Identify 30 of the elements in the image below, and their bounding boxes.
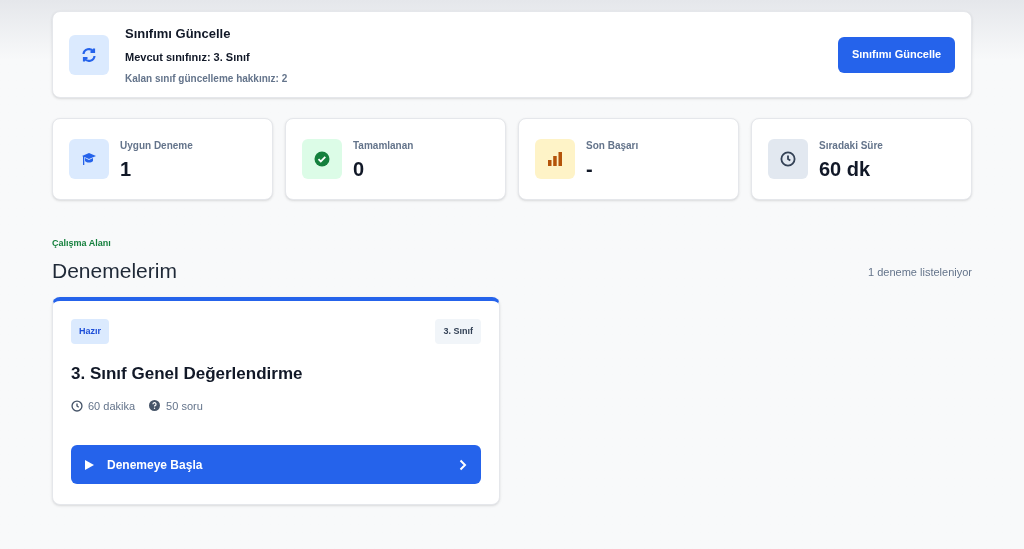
check-circle-icon [314, 151, 330, 167]
grade-badge: 3. Sınıf [435, 318, 481, 344]
stat-value: 0 [353, 156, 366, 181]
clock-icon [780, 151, 796, 167]
stat-label: Son Başarı [586, 138, 639, 153]
stat-label: Sıradaki Süre [819, 138, 883, 153]
section-eyebrow: Çalışma Alanı [52, 237, 112, 250]
refresh-icon [81, 46, 97, 63]
exam-duration: 60 dakika [88, 398, 136, 414]
exam-title: 3. Sınıf Genel Değerlendirme [71, 363, 304, 385]
card-title: Sınıfımı Güncelle [125, 24, 232, 43]
help-icon [149, 400, 161, 412]
start-exam-button[interactable]: Denemeye Başla [71, 445, 481, 484]
chevron-right-icon [459, 458, 467, 471]
stat-value: 60 dk [819, 156, 872, 181]
update-grade-button[interactable]: Sınıfımı Güncelle [838, 36, 955, 73]
status-badge: Hazır [71, 318, 109, 344]
stat-label: Tamamlanan [353, 138, 414, 153]
graduation-cap-icon [81, 151, 97, 167]
exam-count: 1 deneme listeleniyor [868, 265, 972, 280]
bar-chart-icon [547, 151, 563, 167]
clock-icon [71, 399, 83, 412]
stat-value: - [586, 156, 594, 181]
question-count: 50 soru [166, 398, 203, 414]
stat-label: Uygun Deneme [120, 138, 193, 153]
current-grade: Mevcut sınıfınız: 3. Sınıf [125, 50, 251, 65]
stat-value: 1 [120, 156, 133, 181]
play-icon [85, 459, 94, 470]
section-title: Denemelerim [52, 257, 177, 284]
remaining-updates: Kalan sınıf güncelleme hakkınız: 2 [125, 71, 288, 86]
